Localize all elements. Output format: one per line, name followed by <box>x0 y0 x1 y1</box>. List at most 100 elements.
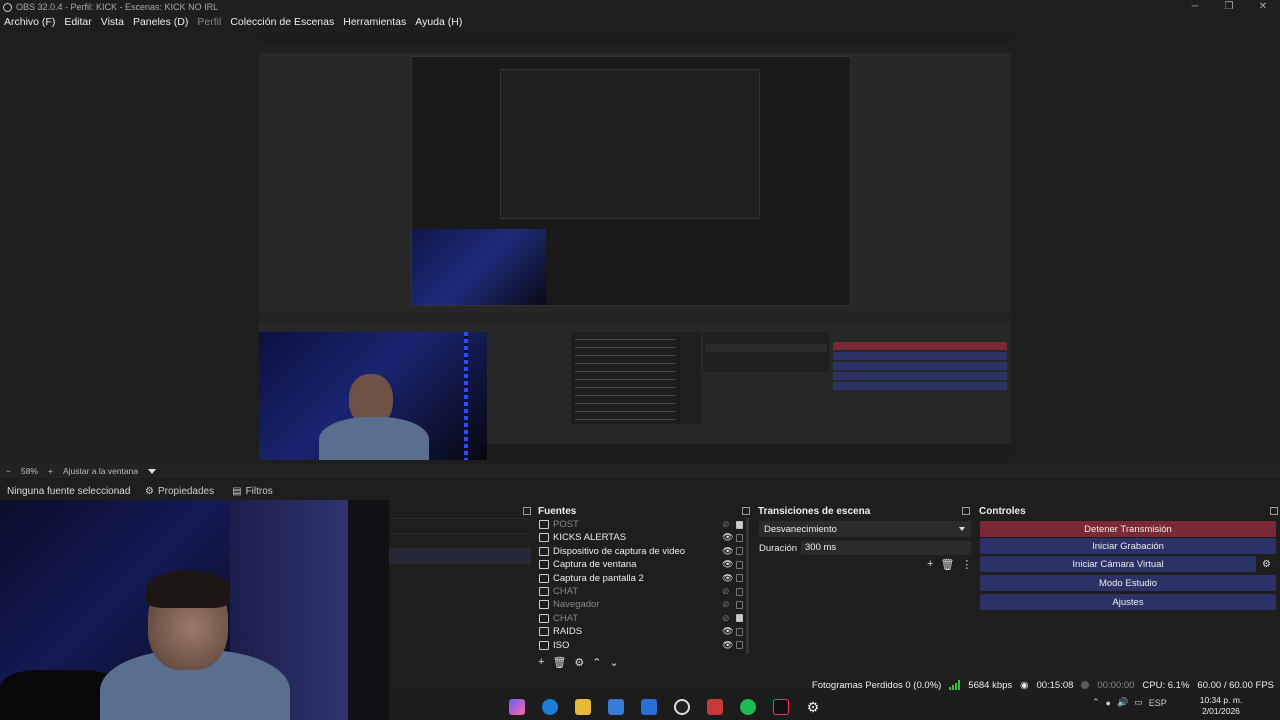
network-icon[interactable]: ▭ <box>1134 697 1143 708</box>
stream-time: 00:15:08 <box>1036 679 1074 691</box>
zoom-in-button[interactable]: + <box>48 466 53 476</box>
move-up-button[interactable]: ⌃ <box>592 656 601 669</box>
unlock-icon[interactable] <box>736 574 743 583</box>
zoom-bar: − 58% + Ajustar a la ventana <box>0 464 1280 478</box>
add-source-button[interactable]: + <box>538 656 544 669</box>
unlock-icon[interactable] <box>736 560 743 569</box>
source-item[interactable]: CHAT ⊘ <box>539 585 749 598</box>
nested-rec-button <box>833 352 1007 360</box>
move-down-button[interactable]: ⌄ <box>610 656 619 669</box>
chevron-down-icon[interactable] <box>148 468 157 474</box>
eye-hidden-icon[interactable]: ⊘ <box>722 519 730 530</box>
settings-button[interactable]: Ajustes <box>980 594 1276 610</box>
source-item[interactable]: ISO 👁 <box>539 639 749 652</box>
tiktok-icon[interactable] <box>773 699 789 715</box>
record-icon <box>1081 681 1090 689</box>
scene-row[interactable] <box>389 518 531 533</box>
source-settings-button[interactable]: ⚙ <box>574 656 584 669</box>
unlock-icon[interactable] <box>736 587 743 596</box>
scene-row[interactable] <box>389 563 531 578</box>
transition-select[interactable]: Desvanecimiento <box>759 521 971 537</box>
zoom-out-button[interactable]: − <box>6 466 11 476</box>
scene-row[interactable] <box>389 533 531 548</box>
menu-editar[interactable]: Editar <box>64 16 91 28</box>
source-item[interactable]: Captura de ventana 👁 <box>539 558 749 571</box>
preview-canvas[interactable] <box>259 34 1011 460</box>
source-list[interactable]: POST ⊘ KICKS ALERTAS 👁 Dispositivo de captur… <box>534 518 749 654</box>
dock-undock-icon[interactable] <box>523 507 531 515</box>
source-item[interactable]: Dispositivo de captura de video 👁 <box>539 545 749 558</box>
eye-icon[interactable]: 👁 <box>722 546 733 557</box>
studio-mode-button[interactable]: Modo Estudio <box>980 575 1276 591</box>
minimize-button[interactable]: ─ <box>1178 0 1212 14</box>
mail-icon[interactable] <box>641 699 657 715</box>
chevron-up-icon[interactable]: ⌃ <box>1092 697 1100 708</box>
close-button[interactable]: ✕ <box>1246 0 1280 14</box>
dock-undock-icon[interactable] <box>1270 507 1278 515</box>
obs-icon[interactable] <box>674 699 690 715</box>
edge-icon[interactable] <box>542 699 558 715</box>
unlock-icon[interactable] <box>736 641 743 650</box>
lock-icon[interactable] <box>736 614 743 623</box>
store-icon[interactable] <box>608 699 624 715</box>
spotify-icon[interactable] <box>740 699 756 715</box>
dock-undock-icon[interactable] <box>742 507 750 515</box>
source-item[interactable]: CHAT ⊘ <box>539 612 749 625</box>
eye-icon[interactable]: 👁 <box>722 559 733 570</box>
menu-vista[interactable]: Vista <box>101 16 124 28</box>
duration-input[interactable]: 300 ms <box>801 541 971 555</box>
unlock-icon[interactable] <box>736 547 743 556</box>
menu-herramientas[interactable]: Herramientas <box>343 16 406 28</box>
sources-title: Fuentes <box>538 505 577 517</box>
scenes-panel[interactable] <box>389 500 531 665</box>
add-transition-button[interactable]: + <box>927 558 933 571</box>
eye-hidden-icon[interactable]: ⊘ <box>722 599 730 610</box>
eye-hidden-icon[interactable]: ⊘ <box>722 613 730 624</box>
volume-icon[interactable]: 🔊 <box>1117 697 1128 708</box>
eye-icon[interactable]: 👁 <box>722 626 733 637</box>
filters-button[interactable]: ▤ Filtros <box>232 486 273 497</box>
menu-coleccion-escenas[interactable]: Colección de Escenas <box>230 16 334 28</box>
lock-icon[interactable] <box>736 520 743 529</box>
file-explorer-icon[interactable] <box>575 699 591 715</box>
globe-icon <box>539 533 549 543</box>
unlock-icon[interactable] <box>736 627 743 636</box>
eye-icon[interactable]: 👁 <box>722 532 733 543</box>
app-icon[interactable] <box>707 699 723 715</box>
clock[interactable]: 10:34 p. m. 2/01/2026 <box>1198 695 1244 717</box>
properties-button[interactable]: ⚙ Propiedades <box>145 486 214 497</box>
copilot-icon[interactable] <box>509 699 525 715</box>
remove-transition-button[interactable]: 🗑 <box>940 558 954 571</box>
source-item-label: KICKS ALERTAS <box>553 532 627 544</box>
transition-menu-button[interactable]: ⋮ <box>961 558 972 571</box>
gear-icon[interactable]: ⚙ <box>1262 559 1272 570</box>
stop-streaming-button[interactable]: Detener Transmisión <box>980 521 1276 537</box>
maximize-button[interactable]: ❐ <box>1212 0 1246 14</box>
stream-icon: ◉ <box>1020 679 1029 691</box>
unlock-icon[interactable] <box>736 533 743 542</box>
source-item[interactable]: POST ⊘ <box>539 518 749 531</box>
menu-paneles[interactable]: Paneles (D) <box>133 16 188 28</box>
eye-icon[interactable]: 👁 <box>722 640 733 651</box>
eye-icon[interactable]: 👁 <box>722 573 733 584</box>
start-recording-button[interactable]: Iniciar Grabación <box>980 538 1276 554</box>
source-item[interactable]: Captura de pantalla 2 👁 <box>539 572 749 585</box>
language-indicator[interactable]: ESP <box>1149 698 1167 708</box>
dock-undock-icon[interactable] <box>962 507 970 515</box>
source-item[interactable]: Navegador ⊘ <box>539 598 749 611</box>
source-item[interactable]: RAIDS 👁 <box>539 625 749 638</box>
start-virtual-camera-button[interactable]: Iniciar Cámara Virtual <box>980 556 1256 572</box>
menu-archivo[interactable]: Archivo (F) <box>4 16 55 28</box>
source-item[interactable]: KICKS ALERTAS 👁 <box>539 531 749 544</box>
scene-row-selected[interactable] <box>389 548 531 563</box>
eye-hidden-icon[interactable]: ⊘ <box>722 586 730 597</box>
scrollbar[interactable] <box>746 518 749 654</box>
nested-vcam-button <box>833 362 1007 370</box>
fit-to-window-label[interactable]: Ajustar a la ventana <box>63 466 138 476</box>
menu-ayuda[interactable]: Ayuda (H) <box>415 16 462 28</box>
nested-sources <box>571 332 701 424</box>
recording-icon[interactable]: ● <box>1106 698 1111 708</box>
remove-source-button[interactable]: 🗑 <box>552 656 566 669</box>
unlock-icon[interactable] <box>736 600 743 609</box>
settings-app-icon[interactable]: ⚙ <box>805 699 821 715</box>
